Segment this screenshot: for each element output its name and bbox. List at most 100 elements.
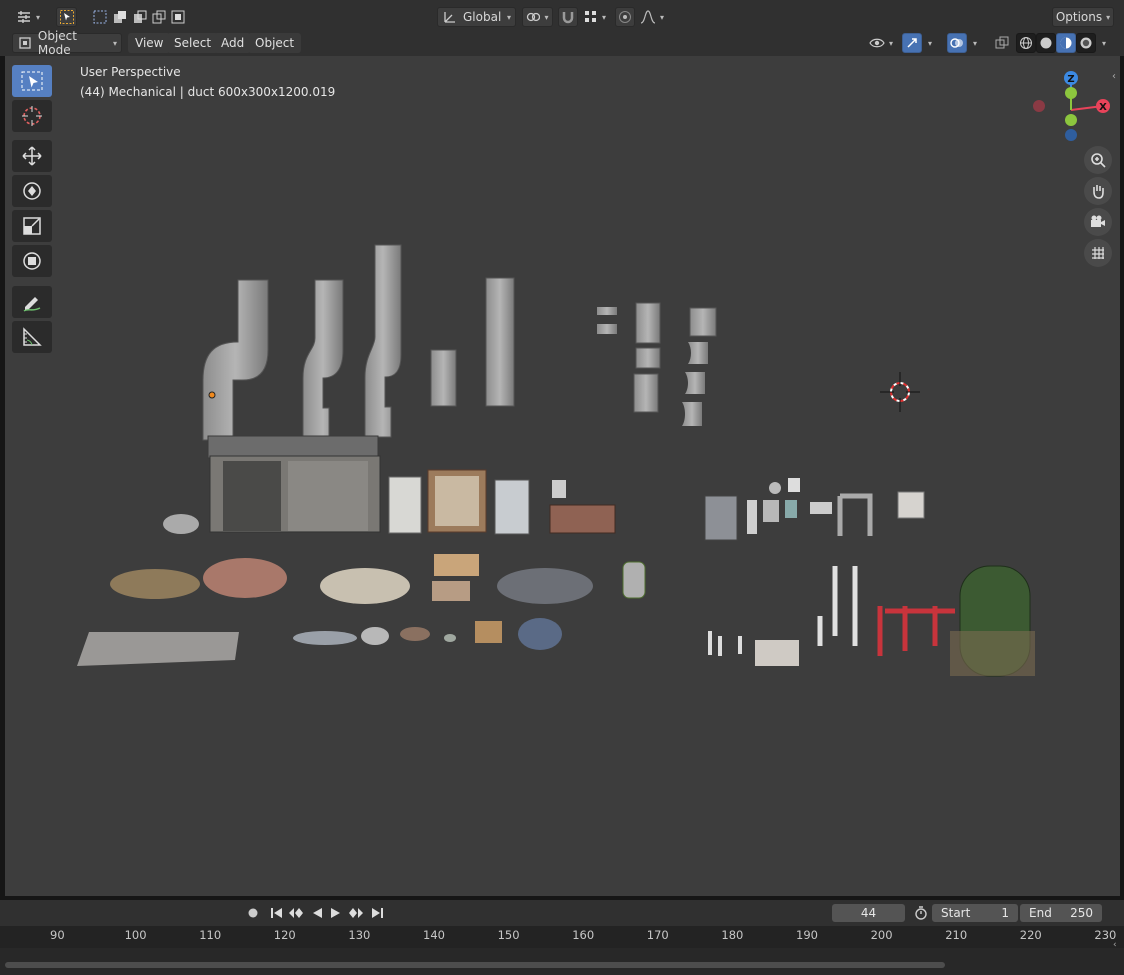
debris-small[interactable] — [293, 631, 357, 645]
navigation-gizmo[interactable]: Z X — [1020, 66, 1120, 146]
record-button[interactable] — [244, 904, 262, 922]
menu-select[interactable]: Select — [167, 33, 219, 53]
select-subtract-button[interactable] — [131, 7, 149, 27]
play-button[interactable] — [327, 904, 345, 922]
tool-annotate[interactable] — [12, 286, 52, 318]
jump-start-button[interactable] — [268, 904, 286, 922]
proportional-falloff-dropdown[interactable]: ▾ — [637, 7, 667, 27]
sidebar-toggle-icon[interactable]: ‹ — [1112, 71, 1116, 82]
sink-object[interactable] — [549, 504, 616, 534]
current-frame-field[interactable]: 44 — [832, 904, 905, 922]
select-intersect-button[interactable] — [169, 7, 187, 27]
select-tool-button[interactable] — [56, 7, 77, 27]
barrel-small[interactable] — [622, 561, 646, 599]
duct-part[interactable] — [635, 347, 661, 369]
debris-small[interactable] — [400, 627, 430, 641]
zoom-button[interactable] — [1084, 146, 1112, 174]
gizmo-neg-y-axis[interactable] — [1065, 114, 1077, 126]
shading-material-button[interactable] — [1056, 33, 1076, 53]
shading-rendered-button[interactable] — [1076, 33, 1096, 53]
menu-add[interactable]: Add — [214, 33, 252, 53]
tool-transform[interactable] — [12, 245, 52, 277]
auto-keying-button[interactable] — [912, 904, 930, 922]
fire-pipe-manifold[interactable] — [877, 606, 955, 656]
proportional-editing-toggle[interactable] — [615, 7, 635, 27]
3d-viewport[interactable]: User Perspective (44) Mechanical | duct … — [5, 56, 1120, 896]
mode-dropdown[interactable]: Object Mode ▾ — [12, 29, 122, 57]
tool-move[interactable] — [12, 140, 52, 172]
door-white[interactable] — [388, 476, 422, 534]
play-reverse-button[interactable] — [308, 904, 326, 922]
duct-part[interactable] — [633, 373, 659, 413]
snap-toggle[interactable] — [558, 7, 578, 27]
xray-toggle[interactable] — [992, 33, 1012, 53]
pipe-base[interactable] — [755, 640, 799, 666]
electrical-fitting[interactable] — [769, 482, 781, 494]
manhole-cover[interactable] — [163, 514, 199, 534]
camera-view-button[interactable] — [1084, 208, 1112, 236]
ground-patch[interactable] — [77, 632, 239, 666]
jump-end-button[interactable] — [368, 904, 386, 922]
menu-view[interactable]: View — [128, 33, 171, 53]
box-small[interactable] — [475, 621, 502, 643]
transform-pivot-dropdown[interactable]: ▾ — [522, 7, 553, 27]
overlays-dropdown[interactable]: ▾ — [967, 33, 983, 53]
tool-select-box[interactable] — [12, 65, 52, 97]
gizmo-y-axis[interactable] — [1065, 87, 1077, 99]
debris-small[interactable] — [361, 627, 389, 645]
debris-crate[interactable] — [434, 554, 479, 576]
duct-part[interactable] — [685, 372, 705, 394]
electrical-box[interactable] — [747, 500, 757, 534]
editor-type-selector[interactable]: ▾ — [12, 7, 44, 27]
options-dropdown[interactable]: Options ▾ — [1052, 7, 1114, 27]
duct-part[interactable] — [689, 307, 717, 337]
duct-short[interactable] — [430, 349, 457, 407]
duct-part[interactable] — [597, 324, 617, 334]
duct-elbow-2[interactable] — [302, 279, 344, 439]
electrical-box[interactable] — [788, 478, 800, 492]
electrical-box[interactable] — [810, 502, 832, 514]
menu-object[interactable]: Object — [248, 33, 302, 53]
sandbags-pile[interactable] — [320, 568, 410, 604]
shed-object[interactable] — [207, 435, 381, 533]
electrical-panel[interactable] — [704, 495, 738, 541]
rubble-pile[interactable] — [110, 569, 200, 599]
snap-target-dropdown[interactable]: ▾ — [580, 7, 610, 27]
gizmo-neg-z-axis[interactable] — [1065, 129, 1077, 141]
timeline-scrollbar[interactable] — [5, 962, 945, 968]
duct-part[interactable] — [682, 402, 702, 426]
overlays-toggle[interactable] — [947, 33, 967, 53]
pipe-frame[interactable] — [837, 493, 873, 536]
select-new-button[interactable] — [91, 7, 109, 27]
gizmo-dropdown[interactable]: ▾ — [922, 33, 938, 53]
tool-measure[interactable] — [12, 321, 52, 353]
duct-part[interactable] — [688, 342, 708, 364]
ortho-toggle-button[interactable] — [1084, 239, 1112, 267]
next-keyframe-button[interactable] — [347, 904, 365, 922]
electrical-box[interactable] — [785, 500, 797, 518]
shading-solid-button[interactable] — [1036, 33, 1056, 53]
duct-straight[interactable] — [485, 277, 515, 407]
duct-elbow-3[interactable] — [364, 244, 402, 438]
gizmo-toggle[interactable] — [902, 33, 922, 53]
sink-fixture[interactable] — [552, 480, 566, 498]
junction-box[interactable] — [897, 491, 925, 519]
pipe-vertical[interactable] — [817, 566, 858, 646]
brick-pile[interactable] — [203, 558, 287, 598]
duct-part[interactable] — [635, 302, 661, 344]
select-difference-button[interactable] — [150, 7, 168, 27]
start-frame-field[interactable]: Start 1 — [932, 904, 1018, 922]
debris-crate[interactable] — [432, 581, 470, 601]
gizmo-neg-x-axis[interactable] — [1033, 100, 1045, 112]
shading-wireframe-button[interactable] — [1016, 33, 1036, 53]
pipe-fitting[interactable] — [708, 631, 742, 656]
visibility-dropdown[interactable]: ▾ — [866, 33, 896, 53]
duct-part[interactable] — [597, 307, 617, 315]
tool-scale[interactable] — [12, 210, 52, 242]
prev-keyframe-button[interactable] — [287, 904, 305, 922]
tire-pile[interactable] — [518, 618, 562, 650]
electrical-box[interactable] — [763, 500, 779, 522]
tool-cursor[interactable] — [12, 100, 52, 132]
transform-orientation-dropdown[interactable]: Global ▾ — [437, 7, 516, 27]
3d-cursor[interactable] — [880, 372, 920, 412]
